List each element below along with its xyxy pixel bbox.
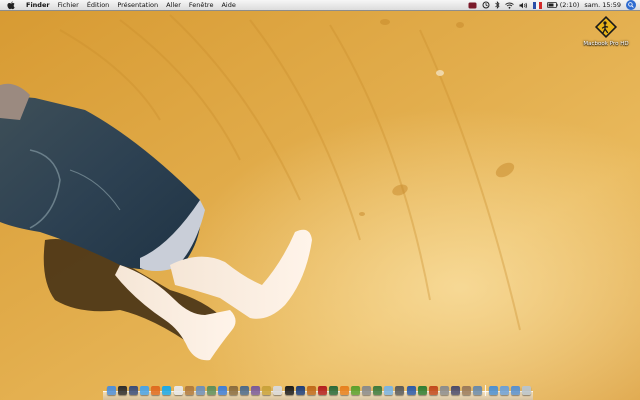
textedit-icon[interactable] <box>273 386 283 395</box>
itunes-icon[interactable] <box>217 386 227 395</box>
chat-icon[interactable] <box>384 386 394 395</box>
menu-edition[interactable]: Édition <box>83 0 114 11</box>
clock[interactable]: sam. 15:59 <box>584 0 621 11</box>
automator-icon[interactable] <box>439 386 449 395</box>
illustrator-icon[interactable] <box>306 386 316 395</box>
iphoto-icon[interactable] <box>240 386 250 395</box>
desktop-screen: Finder Fichier Édition Présentation Alle… <box>0 0 640 400</box>
menu-fenetre[interactable]: Fenêtre <box>185 0 218 11</box>
flash-icon[interactable] <box>317 386 327 395</box>
time-machine-icon[interactable] <box>482 0 490 11</box>
dock-icons <box>107 385 534 396</box>
menu-aller[interactable]: Aller <box>162 0 185 11</box>
menu-finder[interactable]: Finder <box>22 0 54 11</box>
battery-time: (2:10) <box>559 0 580 9</box>
menu-bar: Finder Fichier Édition Présentation Alle… <box>0 0 640 11</box>
excel-icon[interactable] <box>417 386 427 395</box>
garageband-icon[interactable] <box>262 386 272 395</box>
address-book-icon[interactable] <box>184 386 194 395</box>
menu-presentation[interactable]: Présentation <box>113 0 162 11</box>
finder-icon[interactable] <box>107 386 116 395</box>
system-preferences-icon[interactable] <box>362 386 372 395</box>
clock-text: sam. 15:59 <box>584 0 621 9</box>
app-icon-31[interactable] <box>450 386 460 395</box>
app-icon-33[interactable] <box>473 386 483 395</box>
applications-stack-icon[interactable] <box>489 386 499 395</box>
apple-menu[interactable] <box>6 0 16 10</box>
app-icon-32[interactable] <box>462 386 471 395</box>
input-source-flag-icon[interactable] <box>532 0 542 11</box>
spotlight-button[interactable] <box>626 0 636 11</box>
wifi-icon[interactable] <box>504 0 514 11</box>
menu-aide[interactable]: Aide <box>217 0 239 11</box>
imovie-icon[interactable] <box>251 386 261 395</box>
activity-monitor-icon[interactable] <box>373 386 383 395</box>
spotlight-icon <box>626 0 636 10</box>
word-icon[interactable] <box>406 386 416 395</box>
drive-label: Macbook Pro HD <box>583 41 629 47</box>
dashboard-icon[interactable] <box>118 386 128 395</box>
dock <box>103 384 533 400</box>
dock-separator <box>485 385 487 396</box>
safari-icon[interactable] <box>140 386 150 395</box>
calculator-icon[interactable] <box>395 386 405 395</box>
menu-extras: (2:10) sam. 15:59 <box>463 0 640 11</box>
battery-status[interactable]: (2:10) <box>546 0 580 11</box>
firefox-icon[interactable] <box>151 386 161 395</box>
utorrent-icon[interactable] <box>351 386 361 395</box>
battery-icon <box>546 2 558 8</box>
terminal-icon[interactable] <box>284 386 294 395</box>
trash-icon[interactable] <box>522 386 532 395</box>
dreamweaver-icon[interactable] <box>328 386 338 395</box>
menu-fichier[interactable]: Fichier <box>54 0 83 11</box>
skype-icon[interactable] <box>162 386 172 395</box>
hard-drive-icon <box>594 15 618 39</box>
downloads-stack-icon[interactable] <box>511 386 521 395</box>
volume-icon[interactable] <box>519 0 528 11</box>
vlc-icon[interactable] <box>339 386 349 395</box>
mail-icon[interactable] <box>195 386 205 395</box>
powerpoint-icon[interactable] <box>428 386 438 395</box>
bluetooth-icon[interactable] <box>494 0 500 11</box>
photoshop-icon[interactable] <box>295 386 305 395</box>
app-status-icon[interactable] <box>468 0 477 11</box>
desktop-drive[interactable]: Macbook Pro HD <box>578 14 634 47</box>
desktop-wallpaper <box>0 0 640 400</box>
documents-stack-icon[interactable] <box>500 386 510 395</box>
photo-icon[interactable] <box>229 386 239 395</box>
ical-icon[interactable] <box>173 386 183 395</box>
apple-icon <box>7 0 15 9</box>
preview-icon[interactable] <box>206 386 216 395</box>
expose-icon[interactable] <box>129 386 139 395</box>
